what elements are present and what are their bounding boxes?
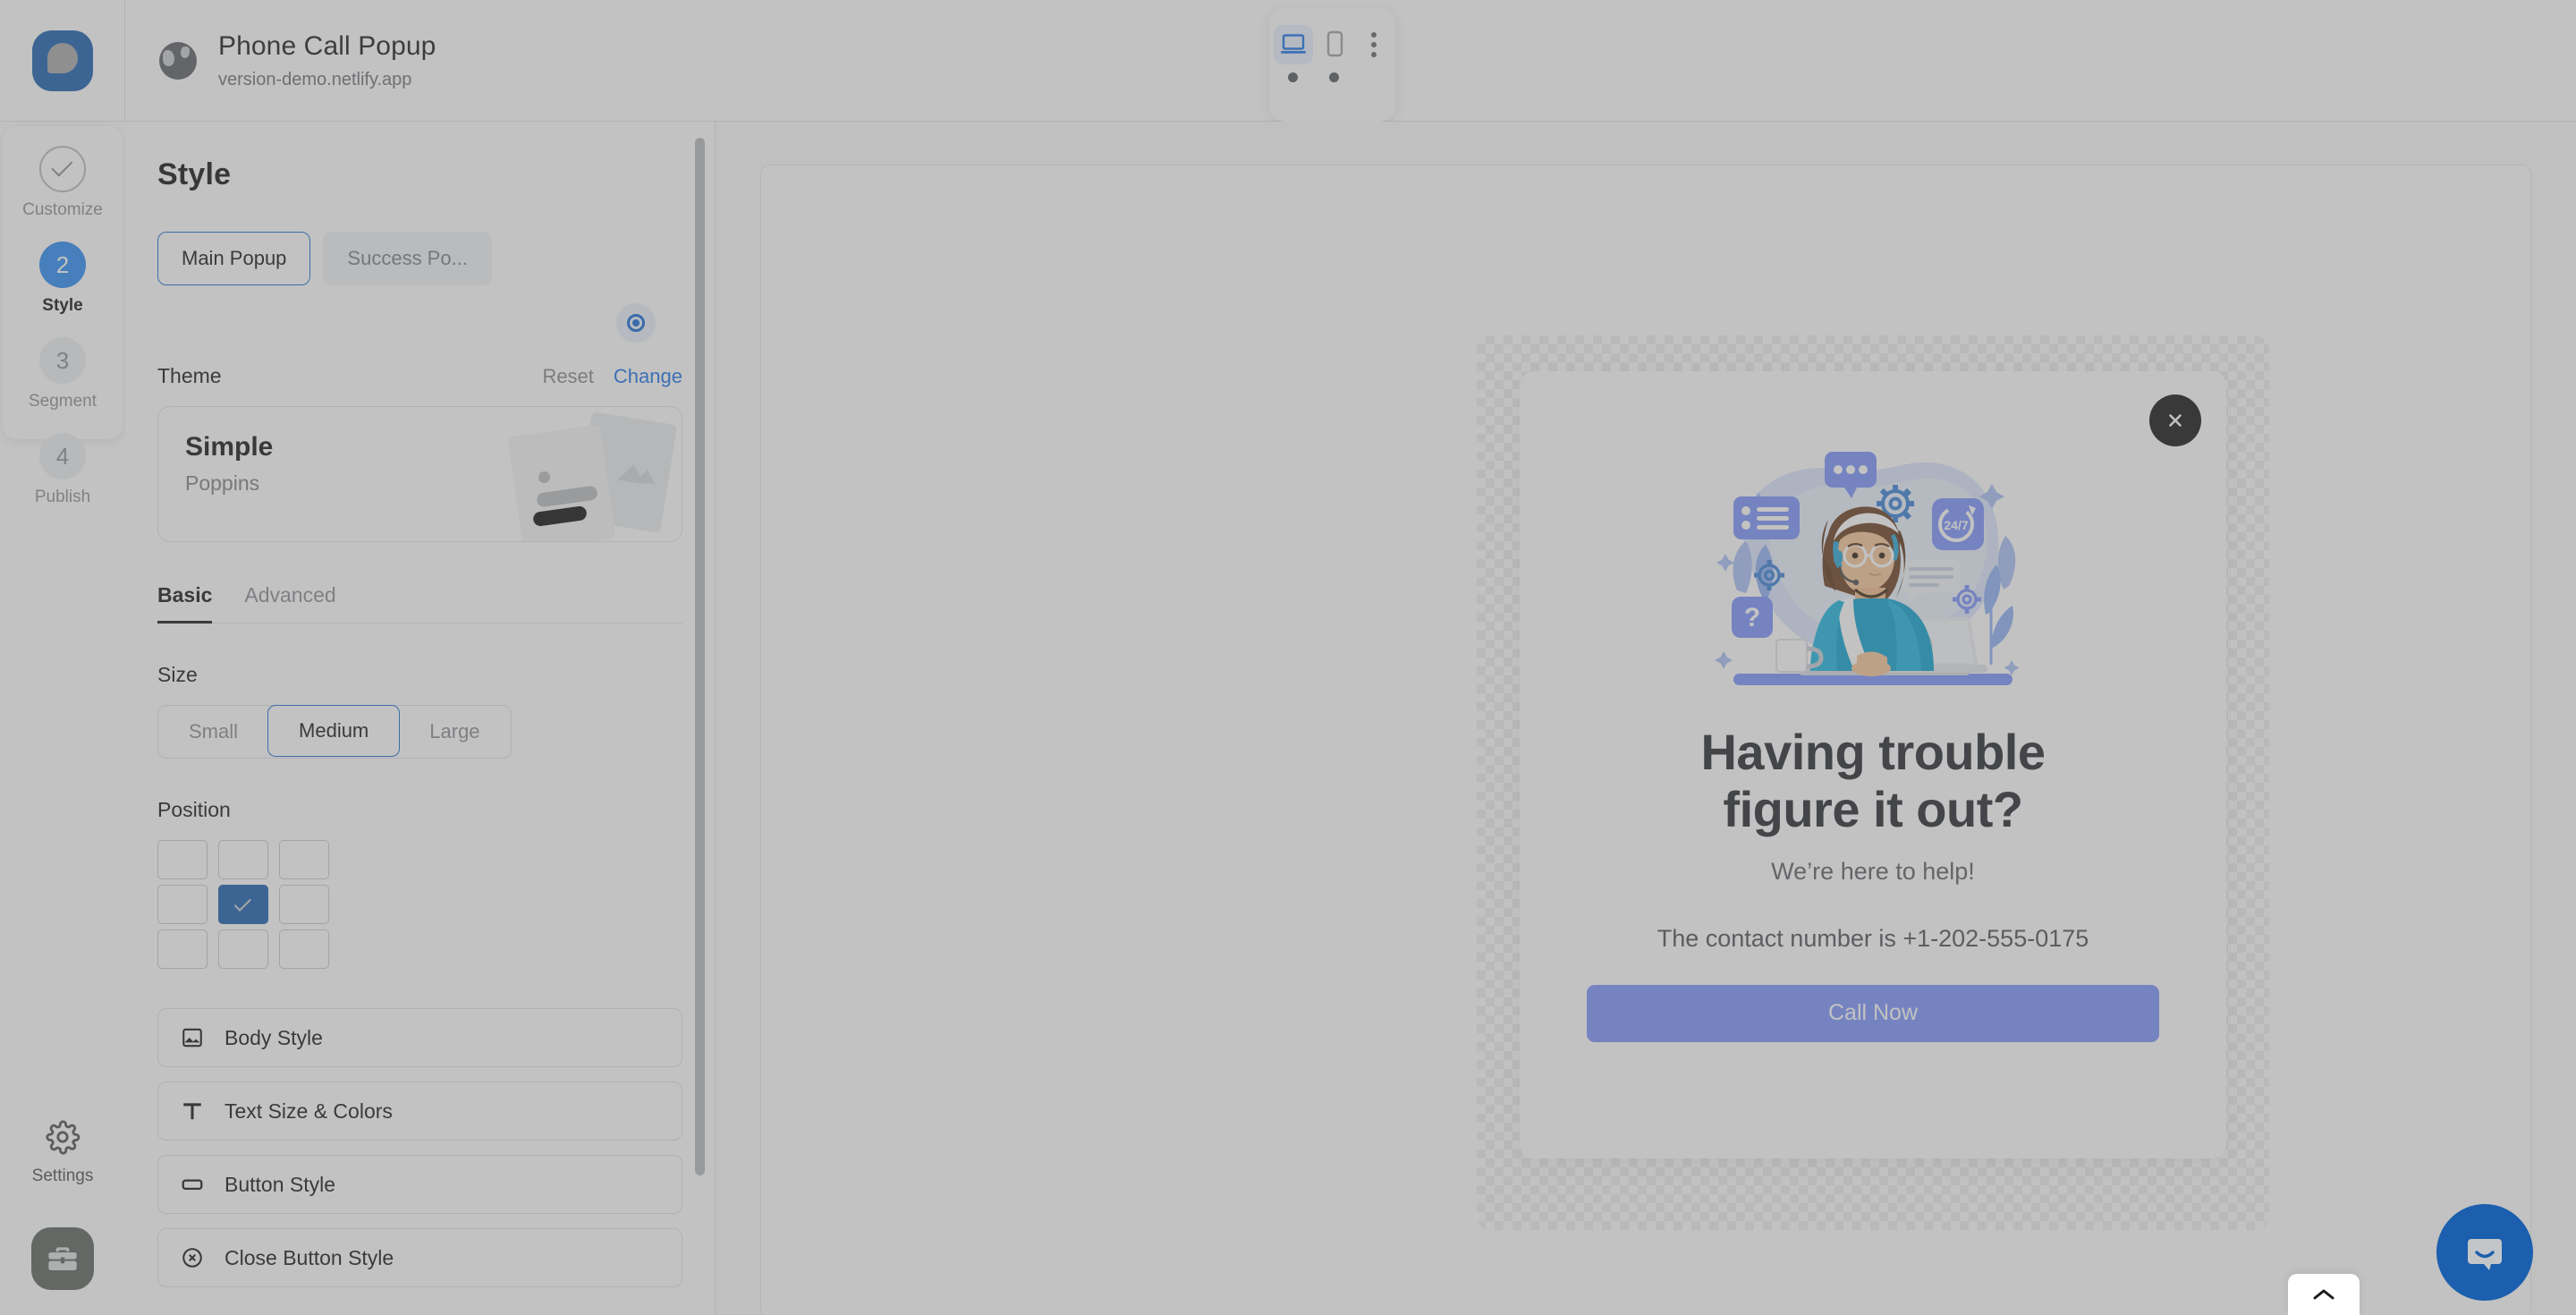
step-label-segment: Segment bbox=[28, 392, 97, 411]
popup-subheading: We’re here to help! bbox=[1771, 857, 1975, 885]
size-option-medium[interactable]: Medium bbox=[267, 705, 401, 757]
mobile-indicator-dot bbox=[1329, 72, 1339, 82]
workspace-avatar[interactable] bbox=[31, 1227, 94, 1290]
step-label-customize: Customize bbox=[22, 200, 103, 219]
text-t-icon bbox=[180, 1099, 205, 1124]
customer-support-agent-illustration: 24/7 ? bbox=[1715, 452, 2020, 685]
close-circle-icon bbox=[180, 1245, 205, 1270]
position-cell-middle-left[interactable] bbox=[157, 885, 208, 924]
style-panel: Style Main Popup Success Po... Theme Res… bbox=[125, 122, 716, 1315]
style-row-label: Text Size & Colors bbox=[225, 1099, 393, 1123]
kebab-menu-icon[interactable] bbox=[1355, 25, 1393, 64]
step-number-segment: 3 bbox=[39, 337, 86, 384]
step-segment[interactable]: 3 Segment bbox=[3, 337, 123, 411]
svg-text:?: ? bbox=[1744, 603, 1760, 632]
mode-tabs: Basic Advanced bbox=[157, 583, 682, 624]
step-style[interactable]: 2 Style bbox=[3, 242, 123, 316]
size-label: Size bbox=[157, 663, 198, 686]
step-rail: Customize 2 Style 3 Segment 4 Publish Se… bbox=[0, 122, 125, 1315]
tab-basic[interactable]: Basic bbox=[157, 583, 213, 624]
change-theme-button[interactable]: Change bbox=[614, 365, 682, 388]
preview-toggle-row bbox=[157, 303, 682, 343]
panel-scrollbar[interactable] bbox=[695, 138, 705, 1175]
theme-thumbnail-icon bbox=[478, 411, 677, 541]
preview-frame: 24/7 ? Having trouble figure it out? We’… bbox=[760, 165, 2531, 1315]
mobile-phone-icon[interactable] bbox=[1315, 25, 1354, 64]
step-label-publish: Publish bbox=[34, 488, 91, 506]
globe-icon bbox=[159, 41, 197, 80]
size-option-small[interactable]: Small bbox=[158, 706, 268, 758]
size-option-large[interactable]: Large bbox=[399, 706, 510, 758]
popup-description: The contact number is +1-202-555-0175 bbox=[1657, 924, 2089, 952]
popup-heading-line1: Having trouble bbox=[1700, 724, 2046, 780]
site-url: version-demo.netlify.app bbox=[218, 70, 412, 89]
tab-success-popup[interactable]: Success Po... bbox=[323, 232, 492, 285]
sidebar-item-label-settings: Settings bbox=[31, 1167, 94, 1185]
popup-variant-tabs: Main Popup Success Po... bbox=[157, 232, 682, 285]
style-row-label: Body Style bbox=[225, 1025, 323, 1049]
svg-text:24/7: 24/7 bbox=[1944, 518, 1968, 532]
position-cell-middle-center[interactable] bbox=[218, 885, 268, 924]
close-x-icon[interactable] bbox=[2149, 394, 2201, 446]
reset-theme-button[interactable]: Reset bbox=[542, 365, 593, 388]
chevron-up-icon[interactable] bbox=[2288, 1274, 2360, 1315]
preview-canvas-area: 24/7 ? Having trouble figure it out? We’… bbox=[716, 122, 2576, 1315]
style-row-label: Close Button Style bbox=[225, 1245, 394, 1269]
transparency-backdrop: 24/7 ? Having trouble figure it out? We’… bbox=[1477, 335, 2269, 1230]
theme-card[interactable]: Simple Poppins bbox=[157, 406, 682, 542]
popupsmart-logo-icon[interactable] bbox=[31, 30, 93, 91]
popup-heading: Having trouble figure it out? bbox=[1700, 724, 2046, 838]
position-cell-bottom-right[interactable] bbox=[279, 929, 329, 969]
page-title: Phone Call Popup bbox=[218, 31, 436, 61]
step-label-style: Style bbox=[42, 296, 83, 315]
call-now-button[interactable]: Call Now bbox=[1587, 984, 2159, 1042]
desktop-indicator-dot bbox=[1288, 72, 1298, 82]
desktop-monitor-icon[interactable] bbox=[1273, 25, 1313, 64]
position-cell-middle-right[interactable] bbox=[279, 885, 329, 924]
position-cell-top-left[interactable] bbox=[157, 840, 208, 879]
style-row-button-style[interactable]: Button Style bbox=[157, 1155, 682, 1214]
position-cell-bottom-left[interactable] bbox=[157, 929, 208, 969]
gear-icon bbox=[45, 1119, 80, 1159]
style-row-close-button-style[interactable]: Close Button Style bbox=[157, 1228, 682, 1287]
brand-cell[interactable] bbox=[0, 0, 125, 122]
device-option-desktop[interactable] bbox=[1273, 25, 1314, 82]
position-cell-bottom-center[interactable] bbox=[218, 929, 268, 969]
site-info: Phone Call Popup version-demo.netlify.ap… bbox=[125, 30, 436, 90]
position-cell-top-center[interactable] bbox=[218, 840, 268, 879]
style-row-body-style[interactable]: Body Style bbox=[157, 1008, 682, 1067]
size-selector: Small Medium Large bbox=[157, 705, 512, 759]
device-preview-switcher bbox=[1269, 7, 1395, 122]
theme-label: Theme bbox=[157, 364, 222, 387]
popup-heading-line2: figure it out? bbox=[1723, 780, 2023, 837]
check-icon bbox=[39, 146, 86, 192]
tab-advanced[interactable]: Advanced bbox=[244, 583, 335, 623]
step-card: Customize 2 Style 3 Segment 4 Publish bbox=[3, 126, 123, 506]
style-row-label: Button Style bbox=[225, 1172, 336, 1196]
briefcase-icon bbox=[48, 1247, 77, 1270]
radio-selected-icon[interactable] bbox=[616, 303, 656, 343]
panel-title: Style bbox=[157, 157, 232, 191]
step-publish[interactable]: 4 Publish bbox=[3, 433, 123, 507]
step-number-publish: 4 bbox=[39, 433, 86, 479]
device-option-mobile[interactable] bbox=[1314, 25, 1355, 82]
image-icon bbox=[180, 1025, 205, 1050]
position-label: Position bbox=[157, 798, 231, 821]
popup-preview: 24/7 ? Having trouble figure it out? We’… bbox=[1520, 371, 2226, 1158]
theme-header: Theme Reset Change bbox=[157, 364, 682, 388]
step-customize[interactable]: Customize bbox=[3, 146, 123, 220]
tab-main-popup[interactable]: Main Popup bbox=[157, 232, 311, 285]
sidebar-item-settings[interactable]: Settings bbox=[31, 1119, 94, 1186]
style-row-text-size-colors[interactable]: Text Size & Colors bbox=[157, 1082, 682, 1141]
app-root: Phone Call Popup version-demo.netlify.ap… bbox=[0, 0, 2576, 1315]
step-number-style: 2 bbox=[39, 242, 86, 288]
position-cell-top-right[interactable] bbox=[279, 840, 329, 879]
position-selector bbox=[157, 840, 682, 969]
intercom-chat-icon[interactable] bbox=[2436, 1204, 2533, 1301]
rail-bottom: Settings bbox=[0, 1119, 125, 1290]
style-sections-list: Body Style Text Size & Colors Button Sty… bbox=[157, 1008, 682, 1315]
button-rect-icon bbox=[180, 1172, 205, 1197]
